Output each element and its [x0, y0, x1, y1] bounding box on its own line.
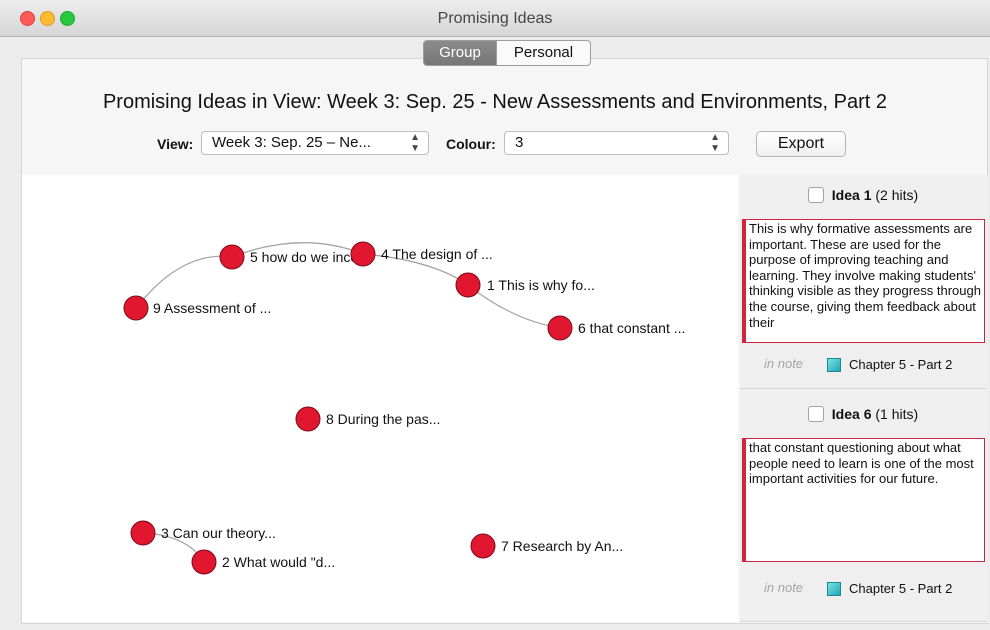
idea-hits: (2 hits) [875, 187, 919, 203]
ideas-sidebar: Idea 1 (2 hits) This is why formative as… [740, 175, 988, 622]
idea-checkbox[interactable] [807, 187, 824, 204]
colour-label: Colour: [446, 136, 496, 152]
ideas-graph[interactable]: 9 Assessment of ... 5 how do we inco... … [22, 175, 738, 622]
node-circle [130, 520, 156, 546]
app-window: Promising Ideas Group Personal Promising… [0, 0, 990, 630]
view-label: View: [157, 136, 194, 152]
node-circle [470, 533, 496, 559]
graph-node[interactable]: 3 Can our theory... [130, 520, 276, 546]
graph-node[interactable]: 6 that constant ... [547, 315, 685, 341]
node-circle [350, 241, 376, 267]
graph-node[interactable]: 2 What would "d... [191, 549, 335, 575]
node-label: 9 Assessment of ... [153, 300, 271, 316]
select-arrows-icon: ▲ ▼ [710, 132, 720, 154]
note-link[interactable]: in note Chapter 5 - Part 2 [740, 580, 986, 600]
note-icon [827, 358, 841, 372]
graph-node[interactable]: 4 The design of ... [350, 241, 493, 267]
colour-select-value: 3 [515, 134, 524, 151]
view-select[interactable]: Week 3: Sep. 25 – Ne... ▲ ▼ [201, 131, 429, 155]
tab-group[interactable]: Group [424, 41, 496, 65]
node-circle [123, 295, 149, 321]
colour-select[interactable]: 3 ▲ ▼ [504, 131, 729, 155]
title-bar: Promising Ideas [0, 0, 990, 37]
note-icon [827, 582, 841, 596]
note-title: Chapter 5 - Part 2 [849, 357, 953, 372]
in-note-label: in note [764, 580, 804, 595]
node-label: 8 During the pas... [326, 411, 440, 427]
node-circle [219, 244, 245, 270]
node-label: 2 What would "d... [222, 554, 335, 570]
idea-hits: (1 hits) [875, 406, 919, 422]
in-note-label: in note [764, 356, 804, 371]
node-circle [295, 406, 321, 432]
note-title: Chapter 5 - Part 2 [849, 581, 953, 596]
note-link[interactable]: in note Chapter 5 - Part 2 [740, 356, 986, 376]
node-label: 6 that constant ... [578, 320, 685, 336]
graph-node[interactable]: 7 Research by An... [470, 533, 623, 559]
graph-node[interactable]: 1 This is why fo... [455, 272, 595, 298]
graph-node[interactable]: 8 During the pas... [295, 406, 440, 432]
graph-canvas: 9 Assessment of ... 5 how do we inco... … [123, 241, 685, 575]
node-label: 3 Can our theory... [161, 525, 276, 541]
tab-personal[interactable]: Personal [496, 41, 590, 65]
node-circle [547, 315, 573, 341]
idea-title: Idea 6 [831, 406, 872, 422]
select-arrows-icon: ▲ ▼ [410, 132, 420, 154]
idea-text[interactable]: This is why formative assessments are im… [742, 219, 985, 343]
view-select-value: Week 3: Sep. 25 – Ne... [212, 134, 371, 151]
idea-text[interactable]: that constant questioning about what peo… [742, 438, 985, 562]
window-title: Promising Ideas [437, 10, 553, 27]
node-label: 1 This is why fo... [487, 277, 595, 293]
node-label: 4 The design of ... [381, 246, 493, 262]
node-circle [191, 549, 217, 575]
group-personal-tabs: Group Personal [423, 40, 591, 66]
graph-node[interactable]: 5 how do we inco... [219, 244, 370, 270]
export-button[interactable]: Export [756, 131, 846, 157]
idea-checkbox[interactable] [807, 406, 824, 423]
page-title: Promising Ideas in View: Week 3: Sep. 25… [102, 91, 888, 113]
idea-card-header: Idea 1 (2 hits) [740, 175, 986, 215]
idea-card: Idea 6 (1 hits) that constant questionin… [740, 394, 986, 622]
idea-card: Idea 1 (2 hits) This is why formative as… [740, 175, 986, 389]
node-circle [455, 272, 481, 298]
node-label: 7 Research by An... [501, 538, 623, 554]
idea-card-header: Idea 6 (1 hits) [740, 394, 986, 434]
graph-node[interactable]: 9 Assessment of ... [123, 295, 271, 321]
idea-title: Idea 1 [831, 187, 872, 203]
